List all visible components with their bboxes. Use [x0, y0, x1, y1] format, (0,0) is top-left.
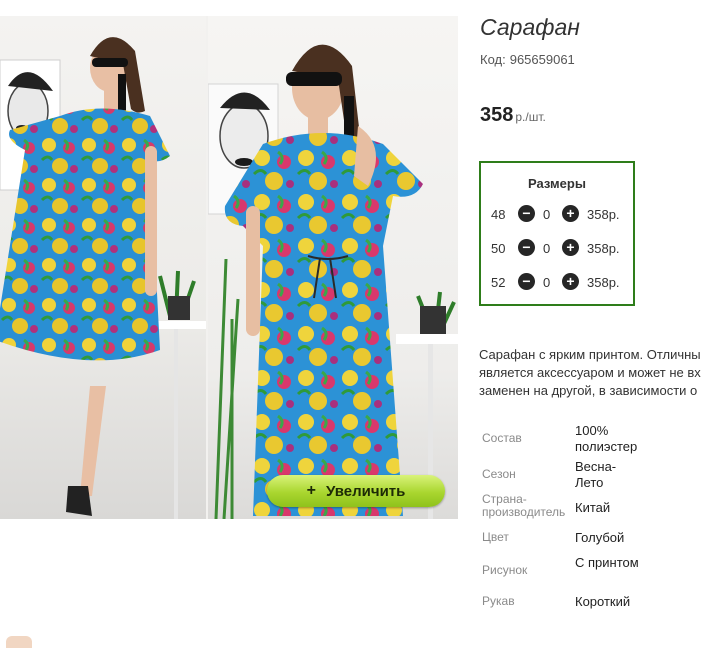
- product-code: Код: 965659061: [480, 52, 575, 67]
- size-label: 48: [491, 207, 506, 222]
- size-label: 52: [491, 275, 506, 290]
- minus-button[interactable]: −: [518, 205, 535, 222]
- sizes-box: Размеры 48 − 0 + 358р. 50 − 0 + 358р. 52…: [479, 161, 635, 306]
- bottom-thumbnail-edge: [6, 636, 32, 648]
- property-value: С принтом: [575, 555, 639, 570]
- minus-button[interactable]: −: [518, 239, 535, 256]
- description-line: заменен на другой, в зависимости о: [479, 383, 698, 398]
- property-row: Сезон Весна-Лето: [482, 457, 712, 491]
- size-price: 358р.: [587, 207, 620, 222]
- property-label: Состав: [482, 431, 522, 445]
- size-row-50: 50 − 0 + 358р.: [481, 239, 633, 259]
- size-row-48: 48 − 0 + 358р.: [481, 205, 633, 225]
- product-code-value: 965659061: [509, 52, 575, 67]
- quantity-value: 0: [543, 241, 551, 256]
- property-label: Рукав: [482, 594, 515, 608]
- property-label: Цвет: [482, 530, 509, 544]
- property-label: Страна-производитель: [482, 492, 566, 519]
- quantity-value: 0: [543, 207, 551, 222]
- product-gallery: [0, 16, 458, 519]
- product-price: 358 р./шт.: [480, 104, 546, 127]
- plus-button[interactable]: +: [562, 273, 579, 290]
- property-value: Голубой: [575, 530, 625, 545]
- product-photo-2[interactable]: [208, 16, 458, 519]
- size-row-52: 52 − 0 + 358р.: [481, 273, 633, 293]
- plus-icon: +: [306, 482, 316, 499]
- property-row: Рисунок С принтом: [482, 553, 712, 587]
- property-label: Сезон: [482, 467, 516, 481]
- price-value: 358: [480, 104, 514, 126]
- minus-button[interactable]: −: [518, 273, 535, 290]
- size-label: 50: [491, 241, 506, 256]
- property-value: Весна-Лето: [575, 459, 617, 490]
- size-price: 358р.: [587, 275, 620, 290]
- property-value: Короткий: [575, 594, 631, 609]
- description-line: является аксессуаром и может не вх: [479, 365, 701, 380]
- property-value: 100% полиэстер: [575, 423, 638, 454]
- product-description: Сарафан с ярким принтом. Отличны являетс…: [479, 346, 721, 400]
- zoom-button-label: Увеличить: [325, 482, 406, 500]
- property-row: Рукав Короткий: [482, 593, 712, 613]
- price-unit: р./шт.: [515, 110, 546, 124]
- product-photo-1[interactable]: [0, 16, 206, 519]
- size-price: 358р.: [587, 241, 620, 256]
- product-code-label: Код:: [480, 52, 506, 67]
- property-row: Страна-производитель Китай: [482, 493, 712, 527]
- quantity-value: 0: [543, 275, 551, 290]
- plus-button[interactable]: +: [562, 205, 579, 222]
- product-title: Сарафан: [480, 14, 580, 40]
- property-row: Состав 100% полиэстер: [482, 421, 712, 455]
- plus-button[interactable]: +: [562, 239, 579, 256]
- sizes-title: Размеры: [528, 176, 586, 191]
- zoom-button[interactable]: + Увеличить: [267, 475, 445, 507]
- property-value: Китай: [575, 500, 611, 515]
- property-row: Цвет Голубой: [482, 529, 712, 549]
- description-line: Сарафан с ярким принтом. Отличны: [479, 347, 701, 362]
- property-label: Рисунок: [482, 563, 528, 577]
